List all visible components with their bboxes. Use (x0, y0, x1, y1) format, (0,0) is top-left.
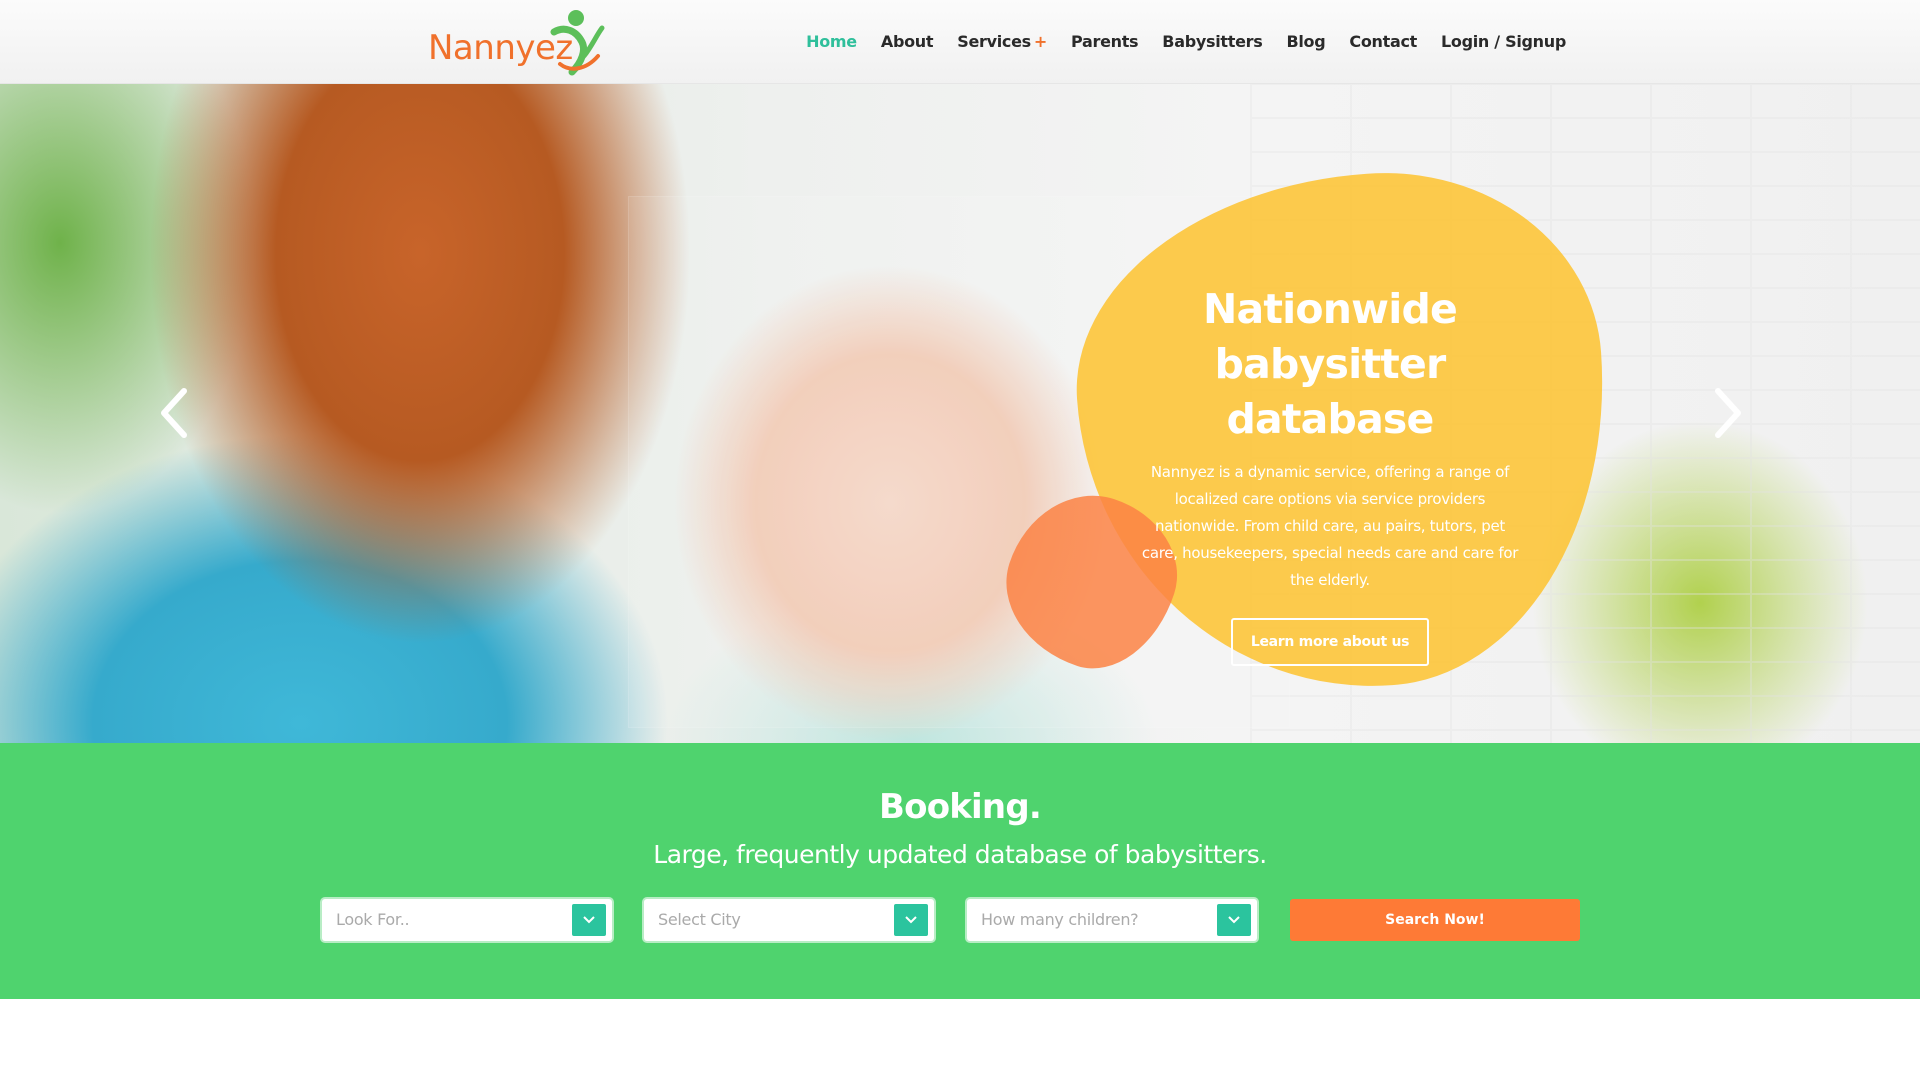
main-nav: Home About Services + Parents Babysitters… (806, 0, 1566, 83)
slider-prev-button[interactable] (156, 383, 196, 443)
nav-babysitters[interactable]: Babysitters (1162, 32, 1262, 51)
nav-login-signup[interactable]: Login / Signup (1441, 32, 1566, 51)
plus-icon: + (1033, 32, 1047, 51)
chevron-down-icon (894, 904, 928, 936)
search-now-button[interactable]: Search Now! (1290, 899, 1580, 941)
nav-services-label: Services (957, 32, 1031, 51)
learn-more-button[interactable]: Learn more about us (1230, 618, 1430, 666)
slider-next-button[interactable] (1706, 383, 1746, 443)
hero-caption: Nationwide babysitter database Nannyez i… (1130, 282, 1530, 666)
booking-title: Booking. (879, 787, 1042, 827)
booking-subtitle: Large, frequently updated database of ba… (653, 840, 1267, 869)
site-header: Nannyez Home About Services + Parents Bab… (0, 0, 1920, 84)
nav-home[interactable]: Home (806, 32, 857, 51)
children-count-select[interactable]: How many children? (967, 899, 1257, 941)
nav-contact[interactable]: Contact (1349, 32, 1417, 51)
logo[interactable]: Nannyez (428, 6, 618, 76)
logo-figure-icon (550, 10, 605, 76)
nav-about[interactable]: About (881, 32, 934, 51)
select-city-placeholder: Select City (658, 910, 741, 929)
look-for-placeholder: Look For.. (336, 910, 410, 929)
chevron-right-icon (1715, 388, 1741, 438)
hero-slider: Nationwide babysitter database Nannyez i… (0, 83, 1920, 743)
select-city-select[interactable]: Select City (644, 899, 934, 941)
nav-services[interactable]: Services + (957, 32, 1047, 51)
chevron-down-icon (572, 904, 606, 936)
look-for-select[interactable]: Look For.. (322, 899, 612, 941)
chevron-down-icon (1217, 904, 1251, 936)
booking-section: Booking. Large, frequently updated datab… (0, 743, 1920, 999)
nav-parents[interactable]: Parents (1071, 32, 1139, 51)
hero-description: Nannyez is a dynamic service, offering a… (1141, 463, 1519, 589)
children-count-placeholder: How many children? (981, 910, 1139, 929)
nav-blog[interactable]: Blog (1286, 32, 1325, 51)
chevron-left-icon (161, 388, 187, 438)
hero-title: Nationwide babysitter database (1202, 285, 1458, 443)
